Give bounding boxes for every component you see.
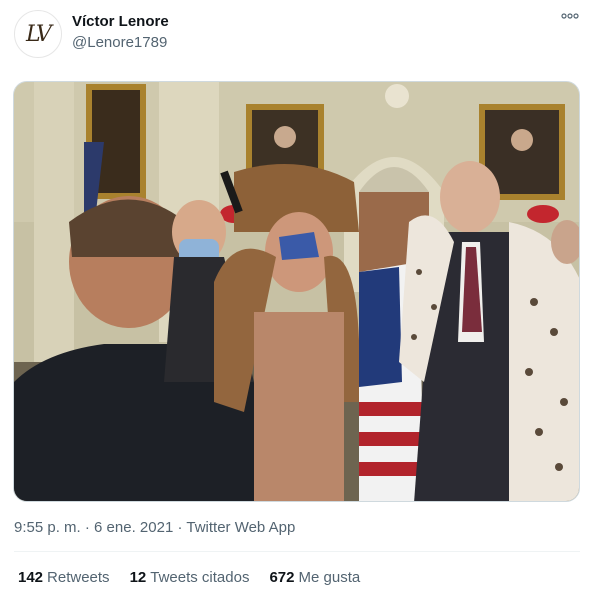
more-options-button[interactable]	[560, 8, 580, 24]
photo-illustration	[14, 82, 579, 501]
divider	[14, 551, 580, 552]
retweets-count: 142	[18, 569, 44, 586]
tweet-time[interactable]: 9:55 p. m.	[14, 519, 81, 536]
tweet-photo[interactable]	[13, 81, 580, 502]
author-name[interactable]: Víctor Lenore	[72, 12, 169, 31]
quotes-label: Tweets citados	[150, 569, 250, 586]
likes-count: 672	[269, 569, 295, 586]
avatar[interactable]: LV	[14, 10, 62, 58]
likes-label: Me gusta	[298, 569, 361, 586]
retweets-stat[interactable]: 142 Retweets	[18, 569, 110, 586]
retweets-label: Retweets	[47, 569, 110, 586]
tweet-stats: 142 Retweets 12 Tweets citados 672 Me gusta	[18, 569, 360, 586]
tweet-timestamp[interactable]: 9:55 p. m. · 6 ene. 2021 · Twitter Web A…	[14, 519, 295, 536]
tweet-source[interactable]: Twitter Web App	[186, 519, 295, 536]
tweet-date[interactable]: 6 ene. 2021	[94, 519, 173, 536]
meta-separator: ·	[80, 519, 95, 536]
more-horizontal-icon	[561, 13, 579, 19]
quotes-stat[interactable]: 12 Tweets citados	[130, 569, 250, 586]
meta-separator-2: ·	[173, 519, 187, 536]
quotes-count: 12	[129, 569, 147, 586]
avatar-monogram: LV	[26, 21, 52, 47]
author-handle[interactable]: @Lenore1789	[72, 33, 169, 52]
likes-stat[interactable]: 672 Me gusta	[269, 569, 360, 586]
author-block[interactable]: Víctor Lenore @Lenore1789	[72, 12, 169, 52]
